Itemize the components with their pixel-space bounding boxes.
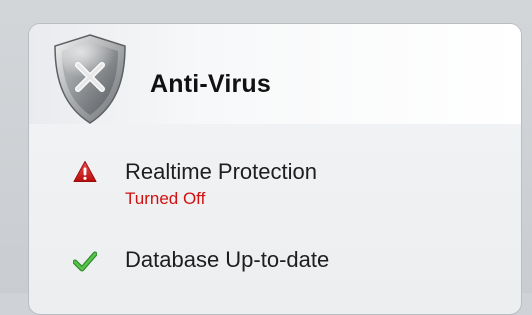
status-item-realtime-protection[interactable]: Realtime Protection Turned Off [29, 156, 521, 208]
warning-triangle-icon [73, 161, 97, 182]
panel-title: Anti-Virus [150, 70, 271, 98]
status-label-database: Database Up-to-date [125, 247, 330, 272]
shield-x-icon [54, 34, 126, 124]
status-label-realtime-protection: Realtime Protection [125, 159, 317, 184]
status-item-database[interactable]: Database Up-to-date [29, 244, 521, 284]
checkmark-icon [73, 251, 97, 272]
status-sublabel-turned-off[interactable]: Turned Off [125, 189, 205, 209]
antivirus-panel: Anti-Virus Realtime Protection Turned Of… [28, 23, 522, 315]
panel-header: Anti-Virus [29, 24, 521, 124]
